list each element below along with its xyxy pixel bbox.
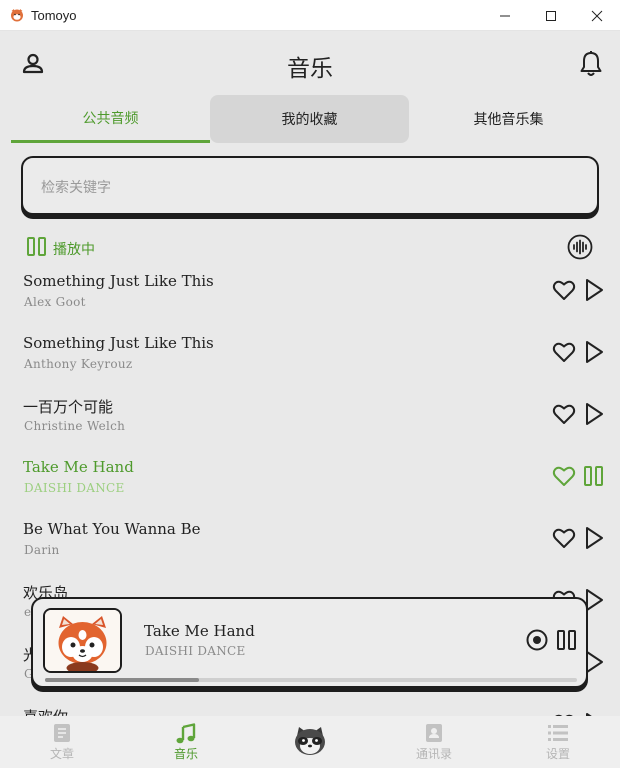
player-pause-button[interactable] [556, 629, 578, 651]
nav-item-home[interactable] [248, 716, 372, 768]
playback-progress-bar[interactable] [45, 678, 577, 682]
heart-icon[interactable] [552, 340, 576, 364]
nav-item-contacts[interactable]: 通讯录 [372, 716, 496, 768]
pause-icon[interactable] [27, 237, 47, 256]
search-input[interactable] [41, 176, 561, 198]
pause-icon [557, 630, 576, 650]
settings-list-icon [548, 725, 568, 741]
nav-label: 通讯录 [415, 747, 452, 761]
song-title: Something Just Like This [23, 272, 214, 290]
list-item[interactable]: Something Just Like This Anthony Keyrouz [0, 328, 620, 390]
red-panda-avatar-icon [45, 610, 120, 671]
nav-item-settings[interactable]: 设置 [496, 716, 620, 768]
song-title: Something Just Like This [23, 334, 214, 352]
record-button[interactable] [526, 629, 548, 651]
heart-icon[interactable] [552, 526, 576, 550]
song-artist: Alex Goot [24, 295, 86, 309]
now-playing-label: 播放中 [53, 241, 95, 257]
album-cover [43, 608, 122, 673]
app-logo-icon [11, 9, 23, 22]
list-item[interactable]: 喜欢你 [0, 700, 620, 716]
tab-other-collections[interactable]: 其他音乐集 [409, 95, 608, 143]
nav-label: 设置 [545, 747, 570, 761]
pause-icon[interactable] [584, 464, 604, 488]
player-song-title: Take Me Hand [144, 622, 255, 640]
list-item[interactable]: Be What You Wanna Be Darin [0, 514, 620, 576]
audio-wave-icon [567, 234, 593, 260]
song-title: Be What You Wanna Be [23, 520, 201, 538]
player-song-artist: DAISHI DANCE [145, 644, 246, 658]
heart-icon[interactable] [552, 464, 576, 488]
play-icon[interactable] [584, 402, 604, 426]
nav-item-music[interactable]: 音乐 [124, 716, 248, 768]
nav-label: 音乐 [173, 747, 198, 761]
nav-label: 文章 [49, 747, 74, 761]
close-icon [591, 10, 603, 21]
heart-icon[interactable] [552, 278, 576, 302]
song-title: 一百万个可能 [23, 399, 114, 416]
tab-public-audio[interactable]: 公共音频 [11, 95, 210, 143]
heart-icon[interactable] [552, 402, 576, 426]
song-artist: Anthony Keyrouz [24, 357, 133, 371]
tab-my-favorites[interactable]: 我的收藏 [210, 95, 409, 143]
bell-icon [580, 51, 602, 76]
close-button[interactable] [574, 0, 620, 31]
page-title: 音乐 [287, 55, 333, 81]
maximize-icon [546, 10, 556, 21]
maximize-button[interactable] [528, 0, 574, 31]
minimize-button[interactable] [482, 0, 528, 31]
song-artist: Darin [24, 543, 60, 557]
list-item[interactable]: Something Just Like This Alex Goot [0, 266, 620, 328]
article-icon [54, 724, 70, 742]
play-icon[interactable] [584, 278, 604, 302]
category-tabs: 公共音频 我的收藏 其他音乐集 [11, 95, 608, 143]
song-title: 喜欢你 [23, 706, 68, 716]
music-note-icon [176, 723, 196, 744]
song-title: Take Me Hand [23, 458, 134, 476]
raccoon-icon [295, 727, 325, 755]
play-icon[interactable] [584, 526, 604, 550]
audio-visualizer-button[interactable] [567, 234, 593, 260]
contacts-icon [426, 724, 442, 742]
list-item-playing[interactable]: Take Me Hand DAISHI DANCE [0, 452, 620, 514]
title-bar: Tomoyo [0, 0, 620, 31]
nav-item-articles[interactable]: 文章 [0, 716, 124, 768]
playback-progress-fill [45, 678, 200, 682]
window-title: Tomoyo [31, 7, 77, 23]
record-icon [526, 629, 548, 651]
search-box [21, 156, 599, 215]
minimize-icon [500, 15, 510, 16]
list-item[interactable]: 一百万个可能 Christine Welch [0, 390, 620, 452]
song-artist: Christine Welch [24, 419, 126, 433]
now-playing-status: 播放中 [24, 233, 594, 261]
app-header: 音乐 [0, 31, 620, 95]
mini-player[interactable]: Take Me Hand DAISHI DANCE [31, 597, 588, 688]
song-artist: DAISHI DANCE [24, 481, 125, 495]
notifications-button[interactable] [578, 50, 604, 78]
play-icon[interactable] [584, 340, 604, 364]
bottom-navigation: 文章 音乐 通讯录 设置 [0, 716, 620, 768]
